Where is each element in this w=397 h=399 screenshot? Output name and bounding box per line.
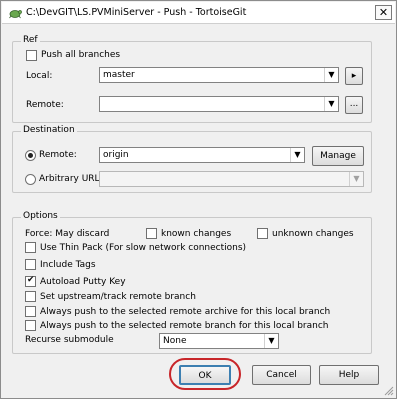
thin-pack-label: Use Thin Pack (For slow network connecti… (40, 243, 247, 253)
autoload-putty-checkbox[interactable] (25, 275, 36, 287)
ellipsis-icon: ... (349, 99, 359, 109)
arbitrary-url-combo[interactable]: ▼ (99, 171, 364, 187)
arbitrary-url-label: Arbitrary URL: (39, 174, 103, 184)
chevron-down-icon: ▼ (349, 172, 363, 186)
autoload-putty-label: Autoload Putty Key (40, 277, 126, 287)
arbitrary-url-radio[interactable] (25, 174, 36, 185)
push-archive-checkbox[interactable] (25, 306, 36, 317)
local-branch-combo[interactable]: master ▼ (99, 67, 339, 83)
unknown-changes-checkbox[interactable] (257, 228, 268, 239)
resize-grip-icon[interactable] (382, 384, 394, 396)
remote-destination-value: origin (103, 150, 129, 160)
help-button-label: Help (338, 370, 360, 380)
include-tags-label: Include Tags (40, 260, 96, 270)
remote-radio-label: Remote: (39, 150, 77, 160)
help-button[interactable]: Help (319, 365, 379, 385)
remote-branch-combo[interactable]: ▼ (99, 96, 339, 112)
chevron-down-icon: ▼ (324, 68, 338, 82)
push-dialog: C:\DevGIT\LS.PVMiniServer - Push - Torto… (0, 0, 397, 399)
known-changes-label: known changes (161, 229, 232, 239)
recurse-submodule-label: Recurse submodule (25, 335, 114, 345)
local-branch-browse-button[interactable]: ▸ (345, 67, 363, 85)
remote-destination-combo[interactable]: origin ▼ (99, 147, 305, 163)
remote-radio[interactable] (25, 150, 36, 161)
force-label: Force: May discard (25, 229, 110, 239)
remote-ref-label: Remote: (26, 100, 64, 110)
push-archive-label: Always push to the selected remote archi… (40, 307, 331, 317)
options-group-legend: Options (21, 211, 60, 221)
tortoisegit-app-icon (9, 10, 22, 19)
chevron-down-icon: ▼ (290, 148, 304, 162)
set-upstream-checkbox[interactable] (25, 291, 36, 302)
cancel-button[interactable]: Cancel (252, 365, 311, 385)
ref-group-legend: Ref (21, 35, 40, 45)
close-icon: ✕ (378, 6, 389, 19)
manage-button[interactable]: Manage (312, 146, 364, 166)
ok-button-label: OK (198, 371, 212, 381)
recurse-submodule-value: None (163, 336, 187, 346)
include-tags-checkbox[interactable] (25, 259, 36, 270)
window-title: C:\DevGIT\LS.PVMiniServer - Push - Torto… (26, 7, 247, 18)
ok-button[interactable]: OK (179, 365, 231, 385)
push-branch-checkbox[interactable] (25, 320, 36, 331)
cancel-button-label: Cancel (266, 370, 297, 380)
recurse-submodule-combo[interactable]: None ▼ (159, 333, 279, 349)
push-branch-label: Always push to the selected remote branc… (40, 321, 329, 331)
unknown-changes-label: unknown changes (272, 229, 354, 239)
chevron-down-icon: ▼ (324, 97, 338, 111)
manage-button-label: Manage (320, 151, 356, 161)
title-bar[interactable]: C:\DevGIT\LS.PVMiniServer - Push - Torto… (2, 2, 395, 24)
set-upstream-label: Set upstream/track remote branch (40, 292, 196, 302)
push-all-branches-checkbox[interactable] (26, 50, 37, 61)
close-button[interactable]: ✕ (375, 5, 392, 20)
push-all-branches-label: Push all branches (41, 50, 121, 60)
known-changes-checkbox[interactable] (146, 228, 157, 239)
remote-branch-browse-button[interactable]: ... (345, 96, 363, 114)
local-branch-value: master (103, 70, 135, 80)
local-label: Local: (26, 71, 53, 81)
chevron-down-icon: ▼ (264, 334, 278, 348)
triangle-right-icon: ▸ (351, 71, 357, 81)
destination-group-legend: Destination (21, 125, 77, 135)
thin-pack-checkbox[interactable] (25, 242, 36, 253)
